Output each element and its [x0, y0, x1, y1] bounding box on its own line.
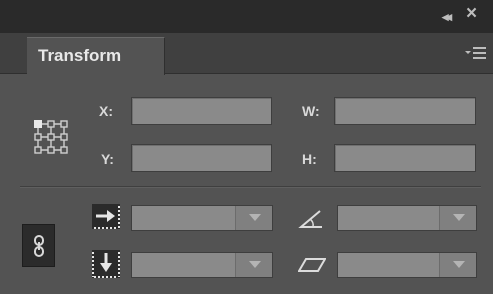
chevron-down-icon[interactable] — [439, 253, 476, 277]
close-icon[interactable]: × — [466, 4, 477, 23]
transform-panel: ◂◂ × Transform X: W: Y: H: — [0, 0, 493, 294]
panel-title-bar[interactable]: ◂◂ × — [0, 0, 493, 33]
double-chevron-left-icon[interactable]: ◂◂ — [442, 9, 452, 25]
tab-strip: Transform — [0, 33, 493, 75]
w-label: W: — [302, 103, 320, 119]
reference-point-grid-icon[interactable] — [34, 120, 70, 158]
chevron-down-icon[interactable] — [235, 206, 272, 230]
panel-menu-icon[interactable] — [465, 45, 487, 61]
w-field[interactable] — [334, 97, 476, 125]
shear-dropdown[interactable] — [337, 252, 477, 278]
y-field[interactable] — [131, 144, 272, 172]
shear-parallelogram-icon — [297, 258, 327, 272]
section-divider — [20, 186, 481, 188]
h-field[interactable] — [334, 144, 476, 172]
x-label: X: — [99, 103, 113, 119]
chevron-down-icon[interactable] — [439, 206, 476, 230]
horizontal-scale-icon — [91, 203, 121, 230]
link-button[interactable] — [22, 224, 55, 267]
tab-transform-label: Transform — [38, 46, 122, 65]
link-chain-icon — [34, 235, 44, 257]
vertical-scale-icon — [91, 249, 121, 279]
h-label: H: — [302, 151, 317, 167]
scale-y-dropdown[interactable] — [131, 252, 273, 278]
x-field[interactable] — [131, 97, 272, 125]
chevron-down-icon[interactable] — [235, 253, 272, 277]
tab-transform[interactable]: Transform — [27, 37, 165, 75]
rotate-angle-icon — [298, 209, 324, 229]
y-label: Y: — [101, 151, 114, 167]
rotate-dropdown[interactable] — [337, 205, 477, 231]
scale-x-dropdown[interactable] — [131, 205, 273, 231]
